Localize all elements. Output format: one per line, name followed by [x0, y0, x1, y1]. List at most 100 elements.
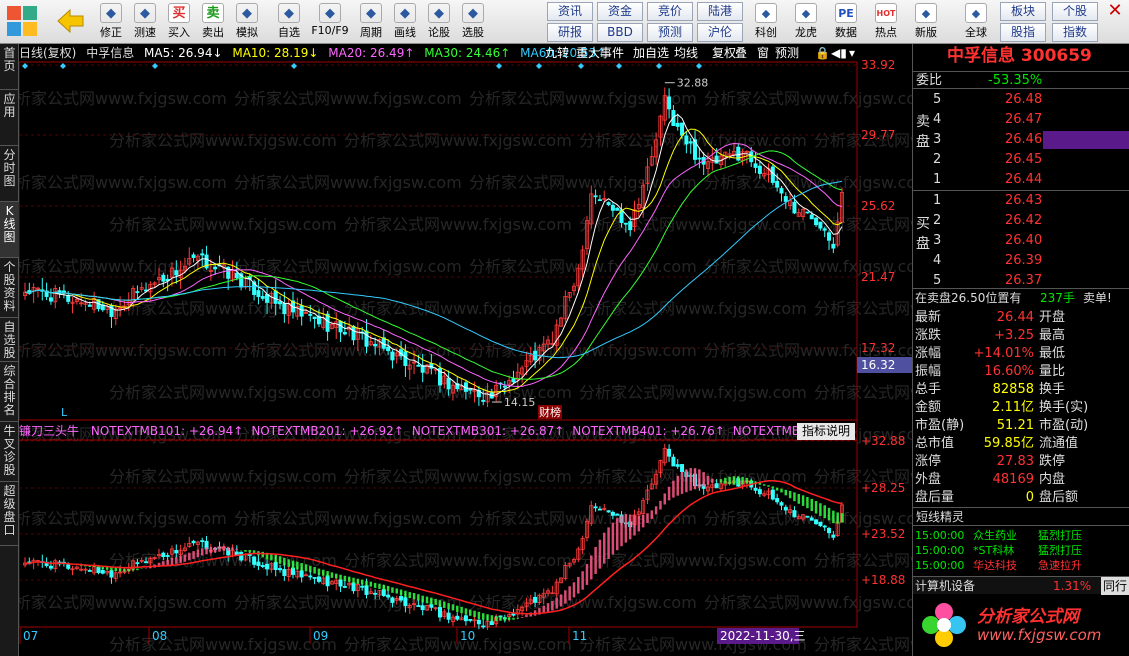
- watermark-text: 分析家公式网www.fxjgsw.com: [344, 299, 572, 318]
- toolbar-button-1[interactable]: ◆ 测速: [129, 0, 161, 43]
- toolbar2-small-1[interactable]: 个股: [1052, 2, 1098, 21]
- toolbar-button-8[interactable]: ◆ 画线: [389, 0, 421, 43]
- toolbar2-button-1[interactable]: ◆ 龙虎: [788, 0, 824, 43]
- event-marker-icon[interactable]: [496, 63, 502, 69]
- toolbar2-button-label: 热点: [875, 26, 897, 39]
- buy-level-1[interactable]: 1 26.43: [913, 192, 1129, 210]
- stat-value: 59.85亿: [983, 436, 1034, 451]
- grid-menu-button[interactable]: [2, 0, 42, 43]
- toolbar-button-0[interactable]: ◆ 修正: [95, 0, 127, 43]
- event-marker-icon[interactable]: [616, 63, 622, 69]
- elf-time: 15:00:00: [915, 529, 965, 542]
- watermark-text: 分析家公式网www.fxjgsw.com: [344, 635, 572, 654]
- toolbar-small-0[interactable]: 资讯: [547, 2, 593, 21]
- event-marker-icon[interactable]: [536, 63, 542, 69]
- sector-name[interactable]: 计算机设备: [915, 577, 975, 595]
- candle-body: [96, 566, 101, 573]
- candle-body: [373, 592, 378, 595]
- toolbar-button-3[interactable]: 卖卖出: [197, 0, 229, 43]
- toolbar-button-6[interactable]: ◆ F10/F9: [307, 0, 353, 43]
- toolbar-small-4[interactable]: 研报: [547, 23, 593, 42]
- close-button[interactable]: ✕: [1101, 0, 1129, 43]
- candle-body: [390, 351, 395, 361]
- candle-body: [308, 575, 313, 578]
- event-marker-icon[interactable]: [291, 63, 297, 69]
- toolbar-small-2[interactable]: 竞价: [647, 2, 693, 21]
- event-marker-icon[interactable]: [152, 63, 158, 69]
- toolbar-small-3[interactable]: 陆港: [697, 2, 743, 21]
- notice-tag: 卖单!: [1083, 291, 1112, 305]
- toolbar2-button-3[interactable]: HOT 热点: [868, 0, 904, 43]
- left-tab-8[interactable]: 超级盘口: [0, 482, 19, 546]
- toolbar-button-7[interactable]: ◆ 周期: [355, 0, 387, 43]
- toolbar-button-4[interactable]: ◆ 模拟: [231, 0, 263, 43]
- stat-right-label: 最低: [1039, 346, 1066, 361]
- toolbar2-small-2[interactable]: 股指: [1000, 23, 1046, 42]
- candle-body: [606, 510, 611, 513]
- event-marker-icon[interactable]: [696, 63, 702, 69]
- buy-level-num: 1: [933, 193, 942, 208]
- left-tab-7[interactable]: 牛叉诊股: [0, 422, 19, 482]
- month-label: 10: [460, 629, 475, 643]
- sell-level-5[interactable]: 5 26.48: [913, 91, 1129, 109]
- event-marker-icon[interactable]: [22, 63, 28, 69]
- toolbar2-small-3[interactable]: 指数: [1052, 23, 1098, 42]
- left-tab-0[interactable]: 首页: [0, 44, 19, 90]
- left-tab-5[interactable]: 自选股: [0, 318, 19, 362]
- event-marker-icon[interactable]: [60, 63, 66, 69]
- toolbar2-button-4[interactable]: ◆ 新版: [908, 0, 944, 43]
- candle-body: [87, 570, 92, 572]
- sell-level-2[interactable]: 2 26.45: [913, 151, 1129, 169]
- sell-level-4[interactable]: 4 26.47: [913, 111, 1129, 129]
- candle-body: [610, 204, 615, 211]
- candle-body: [675, 464, 680, 467]
- candle-body: [753, 163, 758, 168]
- sell-level-price: 26.48: [1005, 92, 1043, 107]
- watermark-text: 分析家公式网www.fxjgsw.com: [469, 173, 697, 192]
- toolbar-small-5[interactable]: BBD: [597, 23, 643, 42]
- toolbar-small-6[interactable]: 预测: [647, 23, 693, 42]
- event-marker-icon[interactable]: [578, 63, 584, 69]
- candle-body: [593, 195, 598, 198]
- left-tab-1[interactable]: 应用: [0, 90, 19, 146]
- sell-level-num: 4: [933, 112, 942, 127]
- left-tab-3[interactable]: K线图: [0, 202, 19, 258]
- finance-tag: 财榜: [539, 405, 561, 419]
- indicator-help-button[interactable]: 指标说明: [797, 423, 855, 440]
- elf-row-0[interactable]: 15:00:00 众生药业 猛烈打压: [913, 528, 1129, 543]
- watermark-text: 分析家公式网www.fxjgsw.com: [704, 173, 912, 192]
- left-tab-2[interactable]: 分时图: [0, 146, 19, 202]
- buy-level-4[interactable]: 4 26.39: [913, 252, 1129, 270]
- stat-row-10: 盘后量 0 盘后额: [913, 489, 1129, 507]
- candle-body: [48, 297, 53, 302]
- sell-level-1[interactable]: 1 26.44: [913, 171, 1129, 189]
- toolbar2-button-0[interactable]: ◆ 科创: [748, 0, 784, 43]
- toolbar2-button-2[interactable]: PE 数据: [828, 0, 864, 43]
- stat-label: 涨跌: [915, 328, 942, 343]
- buy-level-3[interactable]: 3 26.40: [913, 232, 1129, 250]
- back-button[interactable]: [50, 0, 90, 43]
- toolbar-button-9[interactable]: ◆ 论股: [423, 0, 455, 43]
- candle-body: [818, 521, 823, 527]
- elf-row-1[interactable]: 15:00:00 *ST科林 猛烈打压: [913, 543, 1129, 558]
- toolbar2-small-0[interactable]: 板块: [1000, 2, 1046, 21]
- sell-level-3[interactable]: 3 26.46: [913, 131, 1129, 149]
- elf-row-2[interactable]: 15:00:00 华达科技 急速拉升: [913, 558, 1129, 573]
- toolbar-button-10[interactable]: ◆ 选股: [457, 0, 489, 43]
- candle-body: [714, 155, 719, 164]
- buy-level-2[interactable]: 2 26.42: [913, 212, 1129, 230]
- indicator-name[interactable]: 镰刀三头牛: [19, 424, 79, 438]
- left-tab-6[interactable]: 综合排名: [0, 362, 19, 422]
- toolbar-small-1[interactable]: 资金: [597, 2, 643, 21]
- toolbar2-button-5[interactable]: ◆ 全球: [958, 0, 994, 43]
- candle-body: [831, 243, 836, 249]
- candle-body: [256, 561, 261, 566]
- toolbar-button-2[interactable]: 买买入: [163, 0, 195, 43]
- left-tab-4[interactable]: 个股资料: [0, 258, 19, 318]
- candle-body: [814, 519, 819, 525]
- stat-label: 金额: [915, 400, 942, 415]
- toolbar-small-7[interactable]: 沪伦: [697, 23, 743, 42]
- toolbar-button-5[interactable]: ◆ 自选: [273, 0, 305, 43]
- sector-tab[interactable]: 同行: [1101, 577, 1129, 595]
- event-marker-icon[interactable]: [656, 63, 662, 69]
